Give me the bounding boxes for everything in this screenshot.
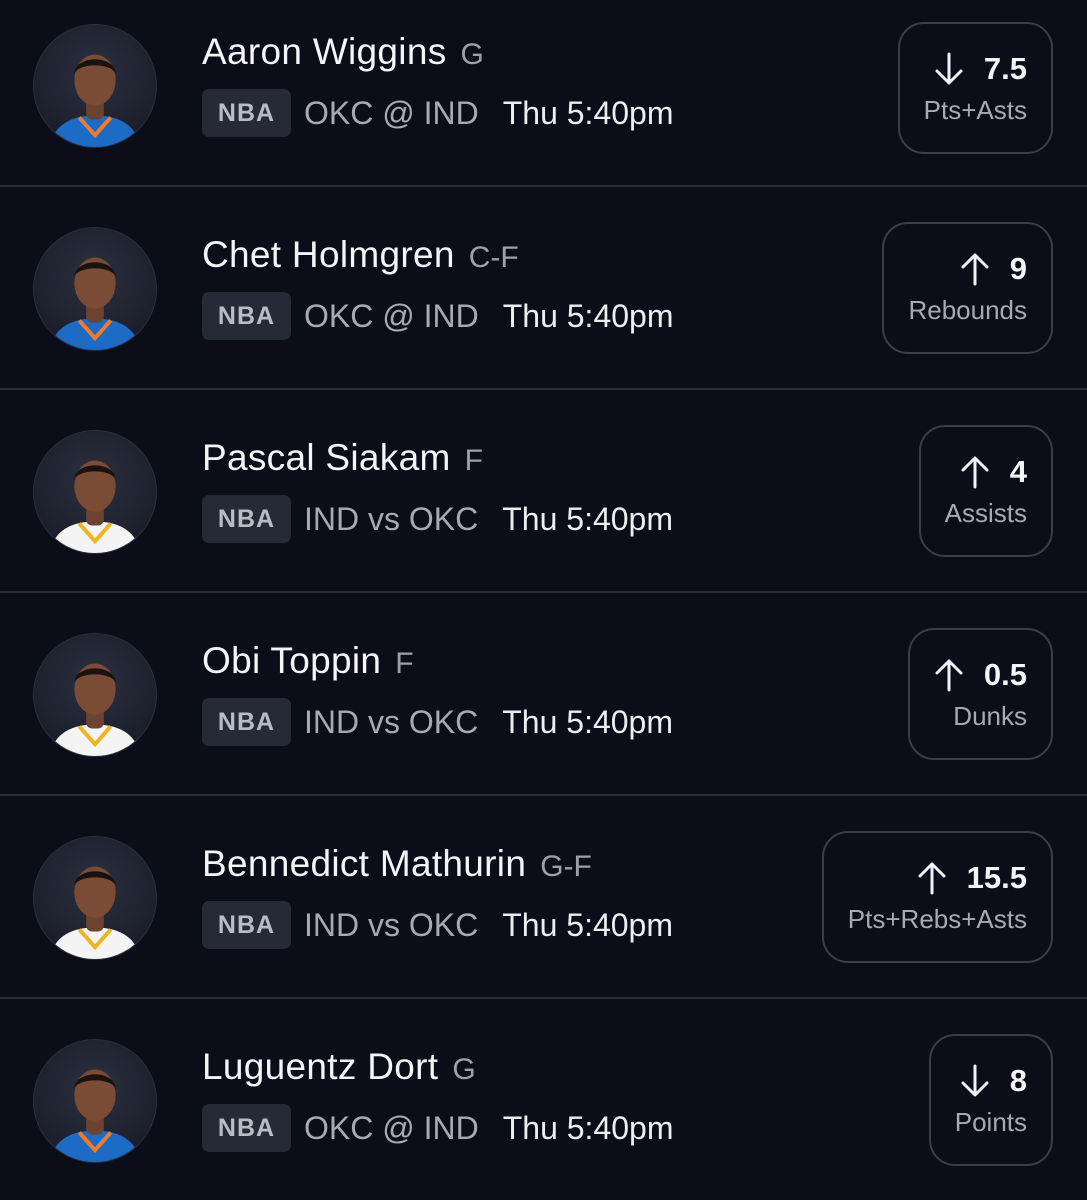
game-time: Thu 5:40pm (502, 1109, 674, 1146)
player-position: F (464, 444, 483, 477)
arrow-down-icon (960, 1064, 990, 1098)
game-time: Thu 5:40pm (502, 94, 674, 131)
player-row[interactable]: Pascal Siakam F NBA IND vs OKC Thu 5:40p… (0, 390, 1087, 593)
arrow-up-icon (917, 861, 947, 895)
league-badge: NBA (202, 89, 291, 137)
pick-button[interactable]: 15.5 Pts+Rebs+Asts (821, 831, 1053, 963)
arrow-up-icon (960, 455, 990, 489)
player-name: Bennedict Mathurin (202, 843, 527, 884)
game-info: NBA OKC @ IND Thu 5:40pm (202, 1104, 673, 1152)
pick-line-value: 8 (1009, 1062, 1027, 1098)
player-row[interactable]: Chet Holmgren C-F NBA OKC @ IND Thu 5:40… (0, 187, 1087, 390)
pick-button[interactable]: 0.5 Dunks (907, 628, 1053, 760)
player-avatar (33, 1039, 157, 1163)
arrow-up-icon (960, 252, 990, 286)
matchup: OKC @ IND (304, 94, 479, 131)
player-pick-list: Aaron Wiggins G NBA OKC @ IND Thu 5:40pm… (0, 0, 1087, 1200)
player-name: Pascal Siakam (202, 437, 451, 478)
player-name: Obi Toppin (202, 640, 382, 681)
game-info: NBA OKC @ IND Thu 5:40pm (202, 292, 673, 340)
pick-button[interactable]: 9 Rebounds (882, 222, 1053, 354)
player-position: G (460, 38, 484, 71)
pick-stat-type: Pts+Asts (923, 94, 1027, 125)
pick-stat-type: Rebounds (908, 294, 1027, 325)
pick-line-value: 15.5 (966, 859, 1027, 895)
pick-button[interactable]: 4 Assists (918, 425, 1053, 557)
league-badge: NBA (202, 292, 291, 340)
player-name: Chet Holmgren (202, 234, 455, 275)
game-time: Thu 5:40pm (502, 906, 673, 943)
player-name: Aaron Wiggins (202, 31, 447, 72)
pick-stat-type: Points (954, 1106, 1027, 1137)
player-name-line: Bennedict Mathurin G-F (202, 843, 592, 885)
player-avatar (33, 227, 157, 351)
pick-line-value: 9 (1009, 250, 1027, 286)
pick-button[interactable]: 7.5 Pts+Asts (897, 22, 1053, 154)
player-position: G (452, 1053, 476, 1086)
matchup: OKC @ IND (304, 297, 479, 334)
player-name-line: Chet Holmgren C-F (202, 234, 519, 276)
player-row[interactable]: Bennedict Mathurin G-F NBA IND vs OKC Th… (0, 796, 1087, 999)
player-position: F (395, 647, 414, 680)
game-info: NBA IND vs OKC Thu 5:40pm (202, 698, 673, 746)
player-row[interactable]: Obi Toppin F NBA IND vs OKC Thu 5:40pm 0… (0, 593, 1087, 796)
player-name-line: Pascal Siakam F (202, 437, 483, 479)
pick-stat-type: Assists (944, 497, 1027, 528)
player-avatar (33, 633, 157, 757)
league-badge: NBA (202, 901, 291, 949)
pick-stat-type: Dunks (953, 700, 1027, 731)
matchup: IND vs OKC (304, 906, 479, 943)
arrow-up-icon (934, 658, 964, 692)
pick-line-value: 7.5 (983, 50, 1027, 86)
game-info: NBA OKC @ IND Thu 5:40pm (202, 89, 673, 137)
game-time: Thu 5:40pm (502, 500, 673, 537)
player-avatar (33, 836, 157, 960)
game-time: Thu 5:40pm (502, 297, 674, 334)
matchup: IND vs OKC (304, 500, 479, 537)
player-avatar (33, 430, 157, 554)
player-name: Luguentz Dort (202, 1046, 439, 1087)
league-badge: NBA (202, 698, 291, 746)
player-name-line: Aaron Wiggins G (202, 31, 484, 73)
game-info: NBA IND vs OKC Thu 5:40pm (202, 495, 673, 543)
pick-button[interactable]: 8 Points (928, 1034, 1053, 1166)
league-badge: NBA (202, 495, 291, 543)
game-info: NBA IND vs OKC Thu 5:40pm (202, 901, 673, 949)
league-badge: NBA (202, 1104, 291, 1152)
player-name-line: Obi Toppin F (202, 640, 414, 682)
pick-line-value: 0.5 (983, 656, 1027, 692)
matchup: OKC @ IND (304, 1109, 479, 1146)
player-avatar (33, 24, 157, 148)
player-position: C-F (468, 241, 519, 274)
game-time: Thu 5:40pm (502, 703, 673, 740)
pick-stat-type: Pts+Rebs+Asts (847, 903, 1027, 934)
arrow-down-icon (934, 52, 964, 86)
player-row[interactable]: Luguentz Dort G NBA OKC @ IND Thu 5:40pm… (0, 999, 1087, 1200)
pick-line-value: 4 (1009, 453, 1027, 489)
player-position: G-F (540, 850, 592, 883)
player-row[interactable]: Aaron Wiggins G NBA OKC @ IND Thu 5:40pm… (0, 0, 1087, 187)
player-name-line: Luguentz Dort G (202, 1046, 476, 1088)
matchup: IND vs OKC (304, 703, 479, 740)
